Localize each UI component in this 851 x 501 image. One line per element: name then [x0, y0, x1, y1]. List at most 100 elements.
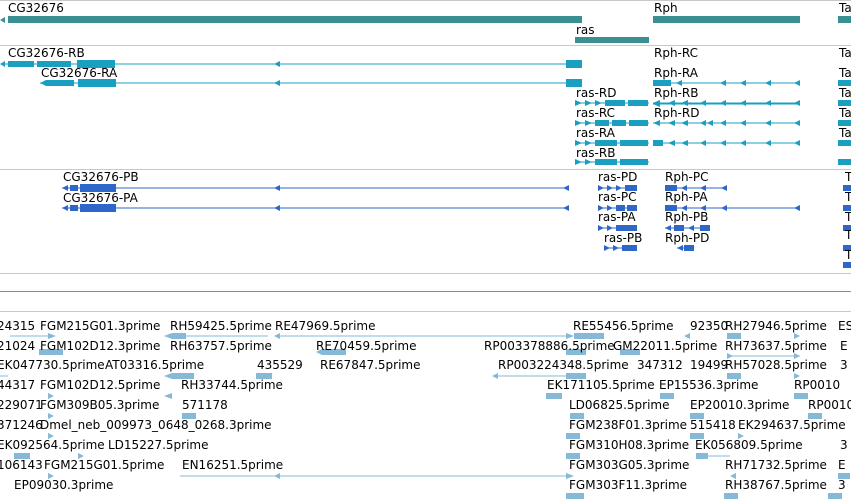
est-feature[interactable]	[794, 393, 808, 399]
transcript-label: Ta	[839, 106, 851, 120]
est-label: 515418	[690, 418, 736, 432]
protein-label: T	[845, 228, 851, 242]
protein-label: T	[845, 210, 851, 224]
track-separator	[0, 0, 851, 1]
protein-track: CG32676-PB CG32676-PA ras-PD ras-PC ras-…	[0, 170, 851, 273]
est-label: 435529	[257, 358, 303, 372]
est-label: RE55456.5prime	[573, 319, 674, 333]
protein-label: T	[845, 170, 851, 184]
protein-label: ras-PC	[598, 190, 637, 204]
protein-Rph-PD[interactable]	[677, 245, 694, 251]
est-label: RH33744.5prime	[181, 378, 283, 392]
track-separator	[0, 273, 851, 274]
est-feature[interactable]	[696, 453, 708, 459]
est-label: 21024	[0, 339, 36, 353]
est-label: FGM310H08.3prime	[569, 438, 690, 452]
est-label: 3	[840, 358, 848, 372]
est-label: 3	[838, 478, 846, 492]
est-label: 24315	[0, 319, 36, 333]
protein-track-glyphs	[62, 184, 851, 268]
transcript-CG32676-RA[interactable]	[40, 79, 582, 87]
est-label: RH59425.5prime	[170, 319, 272, 333]
est-label: EN16251.5prime	[182, 458, 284, 472]
est-label: Dmel_neb_009973_0648_0268.3prime	[40, 418, 272, 432]
gene-label-ras: ras	[576, 23, 595, 37]
est-feature[interactable]	[566, 493, 584, 499]
est-label: FGM215G01.5prime	[44, 458, 165, 472]
est-label: 19499	[690, 358, 729, 372]
gene-Rph-bar[interactable]	[653, 16, 800, 23]
transcript-Rph-RD[interactable]	[653, 140, 800, 146]
est-label: RH63757.5prime	[170, 339, 272, 353]
est-label: E	[838, 458, 846, 472]
est-label: LD15227.5prime	[108, 438, 209, 452]
est-feature[interactable]	[828, 493, 842, 499]
est-feature[interactable]	[274, 333, 280, 339]
transcript-label: ras-RD	[576, 86, 617, 100]
est-label: 106143	[0, 458, 43, 472]
protein-label: Rph-PB	[665, 210, 709, 224]
protein-ras-PB[interactable]	[604, 245, 637, 251]
transcript-label: ras-RA	[576, 126, 615, 140]
est-label: LD06825.5prime	[569, 398, 670, 412]
transcript-label: Rph-RA	[654, 66, 698, 80]
protein-label: ras-PD	[598, 170, 638, 184]
transcript-label: Rph-RB	[654, 86, 699, 100]
est-feature[interactable]	[164, 373, 172, 379]
est-feature[interactable]	[164, 393, 172, 399]
protein-label: T	[845, 190, 851, 204]
est-label: EP09030.3prime	[14, 478, 114, 492]
est-label: EK171105.5prime	[547, 378, 655, 392]
protein-label: Rph-PD	[665, 231, 710, 245]
est-label: 92350	[690, 319, 729, 333]
est-feature[interactable]	[274, 473, 280, 479]
est-label: 44317	[0, 378, 36, 392]
est-label: FGM215G01.3prime	[40, 319, 161, 333]
transcript-label: Ta	[839, 86, 851, 100]
protein-CG32676-PB[interactable]	[62, 184, 569, 192]
track-separator	[0, 291, 851, 292]
est-label: FGM102D12.5prime	[40, 378, 161, 392]
transcript-track: CG32676-RB CG32676-RA Rph-RC Rph-RA Rph-…	[0, 46, 851, 169]
est-label: RP003224348.5prime	[498, 358, 629, 372]
protein-label: ras-PB	[604, 231, 643, 245]
est-label: FGM102D12.3prime	[40, 339, 161, 353]
transcript-track-glyphs	[0, 60, 851, 165]
est-feature[interactable]	[492, 373, 498, 379]
est-label: 571178	[182, 398, 228, 412]
transcript-label: ras-RC	[576, 106, 615, 120]
est-label: RE70459.5prime	[316, 339, 417, 353]
protein-label: Rph-PC	[665, 170, 709, 184]
est-label: RE47969.5prime	[275, 319, 376, 333]
gene-Ta-bar[interactable]	[838, 16, 851, 23]
gene-CG32676-bar[interactable]	[8, 16, 582, 23]
gene-label-CG32676: CG32676	[8, 1, 64, 15]
gene-CG32676-glyph[interactable]	[0, 17, 5, 23]
protein-label: Rph-PA	[665, 190, 708, 204]
protein-CG32676-PA[interactable]	[62, 204, 569, 212]
transcript-label: Rph-RD	[654, 106, 700, 120]
est-label: 229071	[0, 398, 43, 412]
est-label: EK294637.5prime	[738, 418, 846, 432]
est-label: RE67847.5prime	[320, 358, 421, 372]
transcript-label: CG32676-RB	[8, 46, 85, 60]
est-label: AT03316.5prime	[105, 358, 205, 372]
transcript-label: Rph-RC	[654, 46, 699, 60]
est-feature[interactable]	[546, 393, 562, 399]
est-label: RH27946.5prime	[725, 319, 827, 333]
est-label: EP15536.3prime	[659, 378, 759, 392]
est-feature[interactable]	[724, 493, 738, 499]
transcript-Rph-RB-track-line[interactable]	[653, 120, 800, 126]
est-label: RH38767.5prime	[725, 478, 827, 492]
est-label: FGM309B05.3prime	[40, 398, 160, 412]
est-track: 24315 FGM215G01.3prime RH59425.5prime RE…	[0, 312, 851, 501]
gene-ras-bar[interactable]	[575, 37, 649, 43]
transcript-label: Ta	[839, 126, 851, 140]
est-label: RH57028.5prime	[725, 358, 827, 372]
protein-label: ras-PA	[598, 210, 636, 224]
est-label: GM22011.5prime	[613, 339, 718, 353]
gene-label-Rph: Rph	[654, 1, 678, 15]
est-label: E	[840, 339, 848, 353]
est-label: FGM238F01.3prime	[569, 418, 688, 432]
est-label: 3	[840, 438, 848, 452]
